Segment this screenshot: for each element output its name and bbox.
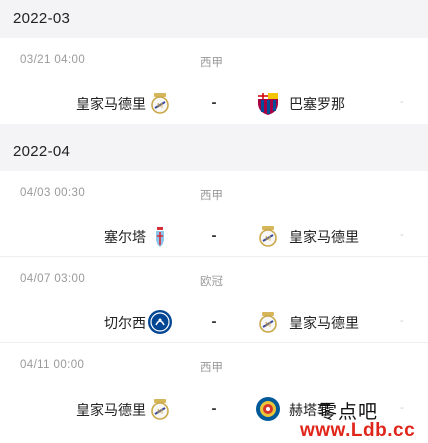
match-datetime: 03/21 04:00: [20, 54, 86, 66]
home-team-name: 塞尔塔: [104, 229, 146, 245]
getafe-crest-icon: [255, 396, 281, 422]
home-team-name: 皇家马德里: [76, 96, 146, 112]
away-team-name: 巴塞罗那: [289, 96, 345, 112]
away-team-name: 皇家马德里: [289, 315, 359, 331]
svg-text:M: M: [265, 235, 271, 243]
score-placeholder: -: [400, 402, 404, 414]
real-madrid-crest-icon: M: [147, 90, 173, 116]
score-placeholder: -: [400, 96, 404, 108]
vs-separator: -: [211, 400, 217, 417]
watermark-url: www.Ldb.cc: [300, 420, 416, 441]
svg-text:M: M: [265, 321, 271, 329]
home-team-name: 皇家马德里: [76, 402, 146, 418]
away-team-name: 皇家马德里: [289, 229, 359, 245]
vs-separator: -: [211, 94, 217, 111]
match-league: 西甲: [200, 362, 223, 374]
barcelona-crest-icon: [255, 90, 281, 116]
vs-separator: -: [211, 227, 217, 244]
match-league: 欧冠: [200, 276, 223, 288]
vs-separator: -: [211, 313, 217, 330]
svg-text:M: M: [157, 102, 163, 110]
match-row[interactable]: 03/21 04:00 西甲 皇家马德里 M - 巴塞罗那 -: [0, 38, 428, 124]
month-header: 2022-04: [0, 133, 428, 171]
real-madrid-crest-icon: M: [147, 396, 173, 422]
real-madrid-crest-icon: M: [255, 223, 281, 249]
month-header: 2022-03: [0, 0, 428, 38]
home-team-name: 切尔西: [104, 315, 146, 331]
match-row[interactable]: 04/03 00:30 西甲 塞尔塔 - M 皇家马德里 -: [0, 171, 428, 257]
match-league: 西甲: [200, 57, 223, 69]
match-league: 西甲: [200, 190, 223, 202]
score-placeholder: -: [400, 315, 404, 327]
score-placeholder: -: [400, 229, 404, 241]
match-datetime: 04/03 00:30: [20, 187, 86, 199]
chelsea-crest-icon: [147, 309, 173, 335]
celta-crest-icon: [147, 223, 173, 249]
match-datetime: 04/07 03:00: [20, 273, 86, 285]
svg-text:M: M: [157, 408, 163, 416]
match-datetime: 04/11 00:00: [20, 359, 85, 371]
real-madrid-crest-icon: M: [255, 309, 281, 335]
match-row[interactable]: 04/07 03:00 欧冠 切尔西 - M 皇家马德里 -: [0, 257, 428, 343]
